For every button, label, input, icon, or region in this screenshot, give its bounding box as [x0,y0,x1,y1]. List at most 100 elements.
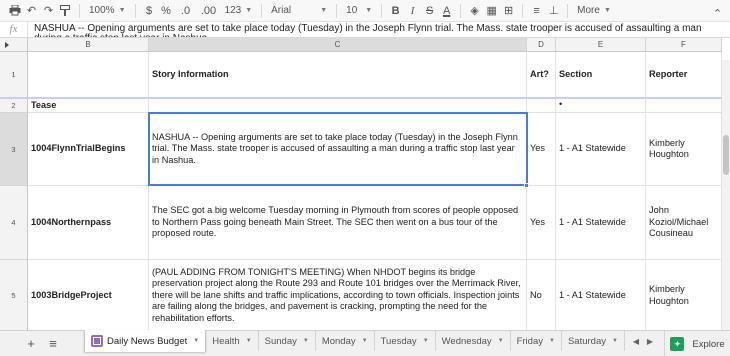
collapse-toolbar-icon[interactable]: ⌃ [709,4,726,22]
cell-f4[interactable]: John Koziol/Michael Cousineau [646,186,722,260]
tab-label: Tuesday [380,335,417,347]
column-header-d[interactable]: D [527,38,556,52]
scrollbar-thumb[interactable] [723,135,729,175]
cell-b1[interactable] [28,52,149,98]
toolbar-divider [79,3,80,18]
cell-d3[interactable]: Yes [527,113,556,186]
chevron-down-icon[interactable]: ▼ [303,338,309,344]
cell-b5[interactable]: 1003BridgeProject [28,260,149,332]
scroll-right-icon[interactable]: ▶ [643,331,657,351]
toolbar-divider [567,3,569,18]
cell-e1[interactable]: Section [556,52,646,98]
decrease-decimal-button[interactable]: .0 [175,2,197,20]
print-icon[interactable] [6,2,23,20]
chevron-down-icon: ▼ [603,7,611,14]
row-header-5[interactable]: 5 [0,260,28,332]
cell-c4[interactable]: The SEC got a big welcome Tuesday mornin… [149,186,527,260]
tab-daily-news-budget[interactable]: Daily News Budget ▼ [84,330,207,352]
tab-monday[interactable]: Monday ▼ [316,331,375,351]
fill-color-icon[interactable]: ◈ [466,2,483,20]
row-header-2[interactable]: 2 [0,99,28,113]
cell-c2[interactable] [149,99,527,113]
strikethrough-button[interactable]: S [421,2,438,20]
tab-health[interactable]: Health ▼ [206,331,259,351]
cell-f3[interactable]: Kimberly Houghton [646,113,722,186]
currency-format-button[interactable]: $ [141,2,158,20]
column-header-e[interactable]: E [556,38,646,52]
cell-f1[interactable]: Reporter [646,52,722,98]
tab-friday[interactable]: Friday ▼ [511,331,562,351]
select-all-corner[interactable] [0,38,28,52]
more-formats-dropdown[interactable]: 123 ▼ [221,2,257,20]
row-header-4[interactable]: 4 [0,186,28,260]
percent-format-button[interactable]: % [158,2,175,20]
cell-d1[interactable]: Art? [527,52,556,98]
cell-c1[interactable]: Story Information [149,52,527,98]
column-header-f[interactable]: F [646,38,722,52]
explore-button[interactable]: ✦ Explore [664,331,730,356]
cell-b2[interactable]: Tease [28,99,149,113]
font-family-dropdown[interactable]: Arial ▼ [267,2,331,20]
chevron-down-icon[interactable]: ▼ [498,338,504,344]
tab-wednesday[interactable]: Wednesday ▼ [436,331,511,351]
chevron-down-icon[interactable]: ▼ [193,338,199,344]
all-sheets-icon[interactable]: ≡ [42,331,64,355]
add-sheet-icon[interactable]: + [20,331,42,355]
vertical-scrollbar[interactable] [722,60,730,330]
cell-e5[interactable]: 1 - A1 Statewide [556,260,646,332]
toolbar-divider [460,3,462,18]
cell-e3[interactable]: 1 - A1 Statewide [556,113,646,186]
sheet-tab-bar: + ≡ Daily News Budget ▼ Health ▼ Sunday ▼ … [0,330,730,356]
increase-decimal-button[interactable]: .00 [197,2,221,20]
explore-icon: ✦ [670,337,685,351]
tab-saturday[interactable]: Saturday ▼ [562,331,625,351]
chevron-down-icon[interactable]: ▼ [612,338,618,344]
align-left-icon[interactable]: ≡ [528,2,545,20]
cell-c5[interactable]: (PAUL ADDING FROM TONIGHT'S MEETING) Whe… [149,260,527,332]
chevron-down-icon[interactable]: ▼ [362,338,368,344]
merge-cells-icon[interactable]: ⊞ [500,2,517,20]
scroll-left-icon[interactable]: ◀ [629,331,643,351]
chevron-down-icon: ▼ [320,7,328,14]
chevron-down-icon: ▼ [245,7,253,14]
text-color-button[interactable]: A [438,2,455,20]
column-header-c[interactable]: C [149,38,527,52]
cell-f2[interactable] [646,99,722,113]
cell-e4[interactable]: 1 - A1 Statewide [556,186,646,260]
zoom-dropdown[interactable]: 100% ▼ [85,2,130,20]
select-all-icon [5,42,9,48]
row-header-3[interactable]: 3 [0,113,28,186]
font-size-dropdown[interactable]: 10 ▼ [342,2,376,20]
column-header-b[interactable]: B [28,38,149,52]
row-header-1[interactable]: 1 [0,52,28,98]
cell-c3[interactable]: NASHUA -- Opening arguments are set to t… [149,113,527,186]
formula-input[interactable]: NASHUA -- Opening arguments are set to t… [28,22,730,38]
tab-sunday[interactable]: Sunday ▼ [259,331,316,351]
chevron-down-icon[interactable]: ▼ [246,338,252,344]
more-label: More [577,5,600,16]
chevron-down-icon[interactable]: ▼ [423,338,429,344]
cell-b3[interactable]: 1004FlynnTrialBegins [28,113,149,186]
chevron-down-icon[interactable]: ▼ [549,338,555,344]
tab-label: Daily News Budget [107,335,188,347]
tab-tuesday[interactable]: Tuesday ▼ [375,331,436,351]
more-button[interactable]: More ▼ [573,2,615,20]
cell-d4[interactable]: Yes [527,186,556,260]
paint-format-icon[interactable] [57,2,74,20]
vertical-align-icon[interactable]: ⊥ [545,2,562,20]
fx-label: fx [0,22,28,37]
borders-icon[interactable]: ▦ [483,2,500,20]
tab-label: Friday [516,335,543,347]
redo-icon[interactable]: ↷ [40,2,57,20]
bold-button[interactable]: B [387,2,404,20]
explore-label: Explore [692,338,725,350]
cell-d5[interactable]: No [527,260,556,332]
chevron-down-icon: ▼ [365,7,373,14]
undo-icon[interactable]: ↶ [23,2,40,20]
cell-d2[interactable] [527,99,556,113]
cell-b4[interactable]: 1004Northernpass [28,186,149,260]
italic-button[interactable]: I [404,2,421,20]
cell-f5[interactable]: Kimberly Houghton [646,260,722,332]
cell-e2[interactable]: • [556,99,646,113]
fill-handle[interactable] [524,183,529,188]
